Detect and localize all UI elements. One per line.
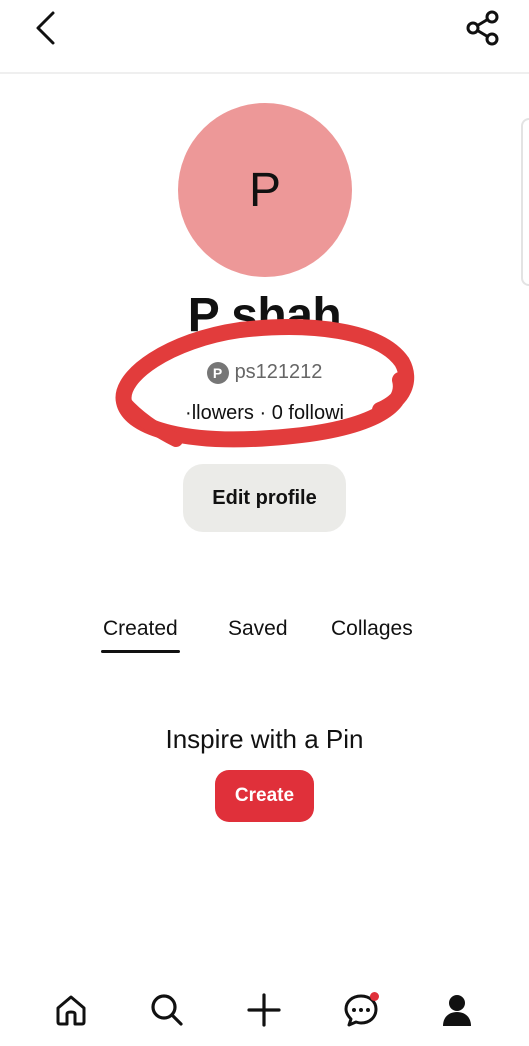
home-icon: [56, 995, 86, 1026]
back-button[interactable]: [28, 8, 62, 48]
avatar[interactable]: P: [178, 103, 352, 277]
nav-messages[interactable]: [341, 990, 381, 1030]
bottom-nav: [0, 990, 529, 1046]
share-icon: [466, 10, 499, 46]
top-bar: [0, 0, 529, 74]
nav-search[interactable]: [147, 990, 187, 1030]
tab-created[interactable]: Created: [101, 617, 180, 653]
search-icon: [151, 994, 183, 1026]
username: ps121212: [234, 361, 323, 383]
follow-stats[interactable]: ·llowers · 0 followi: [0, 402, 529, 425]
username-row: P ps121212: [0, 361, 529, 384]
chevron-left-icon: [36, 11, 55, 45]
profile-name: P shah: [187, 289, 342, 342]
side-panel-edge: [521, 118, 529, 286]
nav-create[interactable]: [244, 990, 284, 1030]
nav-profile[interactable]: [437, 990, 477, 1030]
plus-icon: [247, 993, 281, 1027]
nav-home[interactable]: [51, 990, 91, 1030]
empty-state-message: Inspire with a Pin: [165, 724, 364, 754]
share-button[interactable]: [463, 8, 503, 48]
profile-icon: [443, 995, 471, 1026]
create-button[interactable]: Create: [215, 770, 314, 822]
edit-profile-button[interactable]: Edit profile: [183, 464, 346, 532]
avatar-initial: P: [248, 163, 281, 217]
profile-tabs: Created Saved Collages: [0, 617, 529, 657]
notification-dot: [370, 992, 379, 1001]
pinterest-icon: P: [206, 361, 229, 384]
tab-collages[interactable]: Collages: [331, 617, 413, 641]
tab-saved[interactable]: Saved: [228, 617, 288, 641]
